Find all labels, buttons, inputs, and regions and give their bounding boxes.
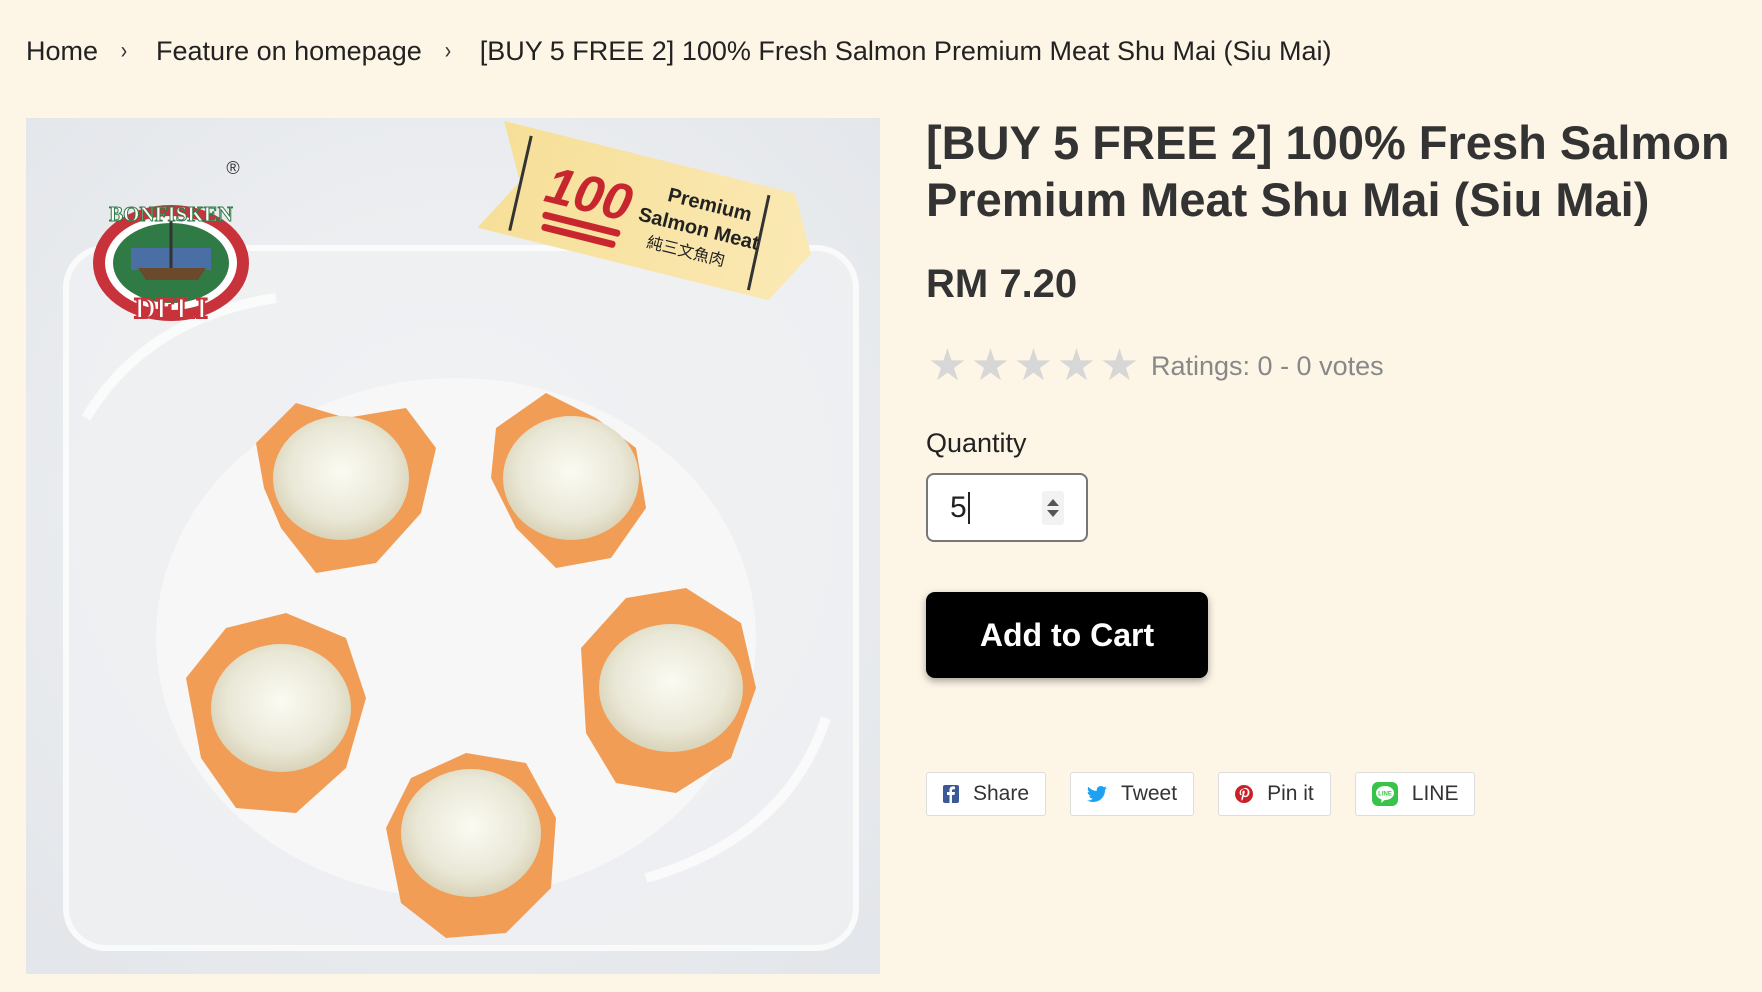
quantity-stepper[interactable]: 5 [926,473,1088,542]
add-to-cart-button[interactable]: Add to Cart [926,592,1208,678]
rating-text: Ratings: 0 - 0 votes [1151,350,1384,381]
brand-logo-bottom-text: DELI [134,292,207,325]
registered-mark: ® [226,158,239,178]
svg-text:LINE: LINE [1378,792,1392,798]
facebook-share-label: Share [973,782,1030,805]
product-title: [BUY 5 FREE 2] 100% Fresh Salmon Premium… [926,116,1730,226]
breadcrumb-separator: › [120,37,128,64]
breadcrumb: Home › Feature on homepage › [BUY 5 FREE… [26,30,1332,72]
product-info: [BUY 5 FREE 2] 100% Fresh Salmon Premium… [926,114,1746,816]
line-share-button[interactable]: LINE LINE [1354,772,1476,816]
decrement-arrow-icon[interactable] [1047,510,1059,517]
facebook-share-button[interactable]: Share [926,772,1047,816]
increment-arrow-icon[interactable] [1047,499,1059,506]
twitter-tweet-label: Tweet [1121,782,1178,805]
line-icon: LINE [1371,782,1398,806]
star-icon[interactable]: ★ [1055,344,1098,388]
star-icon[interactable]: ★ [969,344,1012,388]
brand-logo-top-text: BONFISKEN [109,202,233,226]
rating-row: ★ ★ ★ ★ ★ Ratings: 0 - 0 votes [926,341,1746,391]
pinterest-icon [1235,785,1254,803]
quantity-label: Quantity [926,428,1027,458]
quantity-input[interactable]: 5 [950,475,1040,540]
product-price: RM 7.20 [926,262,1078,306]
product-image[interactable]: BONFISKEN DELI ® 100 Premium Salmon Meat… [26,118,880,974]
share-buttons: Share Tweet Pin it LINE LINE [926,772,1746,816]
breadcrumb-current: [BUY 5 FREE 2] 100% Fresh Salmon Premium… [479,35,1332,66]
breadcrumb-home-link[interactable]: Home [26,36,98,67]
breadcrumb-separator: › [444,37,451,64]
breadcrumb-category-link[interactable]: Feature on homepage [156,36,422,67]
text-caret [968,492,970,524]
star-icon[interactable]: ★ [926,344,969,388]
line-share-label: LINE [1411,782,1459,805]
star-icon[interactable]: ★ [1098,344,1141,388]
rating-stars[interactable]: ★ ★ ★ ★ ★ [926,344,1141,388]
twitter-tweet-button[interactable]: Tweet [1070,772,1195,816]
twitter-icon [1087,786,1108,802]
facebook-icon [943,785,959,803]
pinterest-pin-label: Pin it [1267,782,1314,805]
quantity-spinner[interactable] [1042,491,1064,525]
pinterest-pin-button[interactable]: Pin it [1218,772,1331,816]
star-icon[interactable]: ★ [1012,344,1055,388]
